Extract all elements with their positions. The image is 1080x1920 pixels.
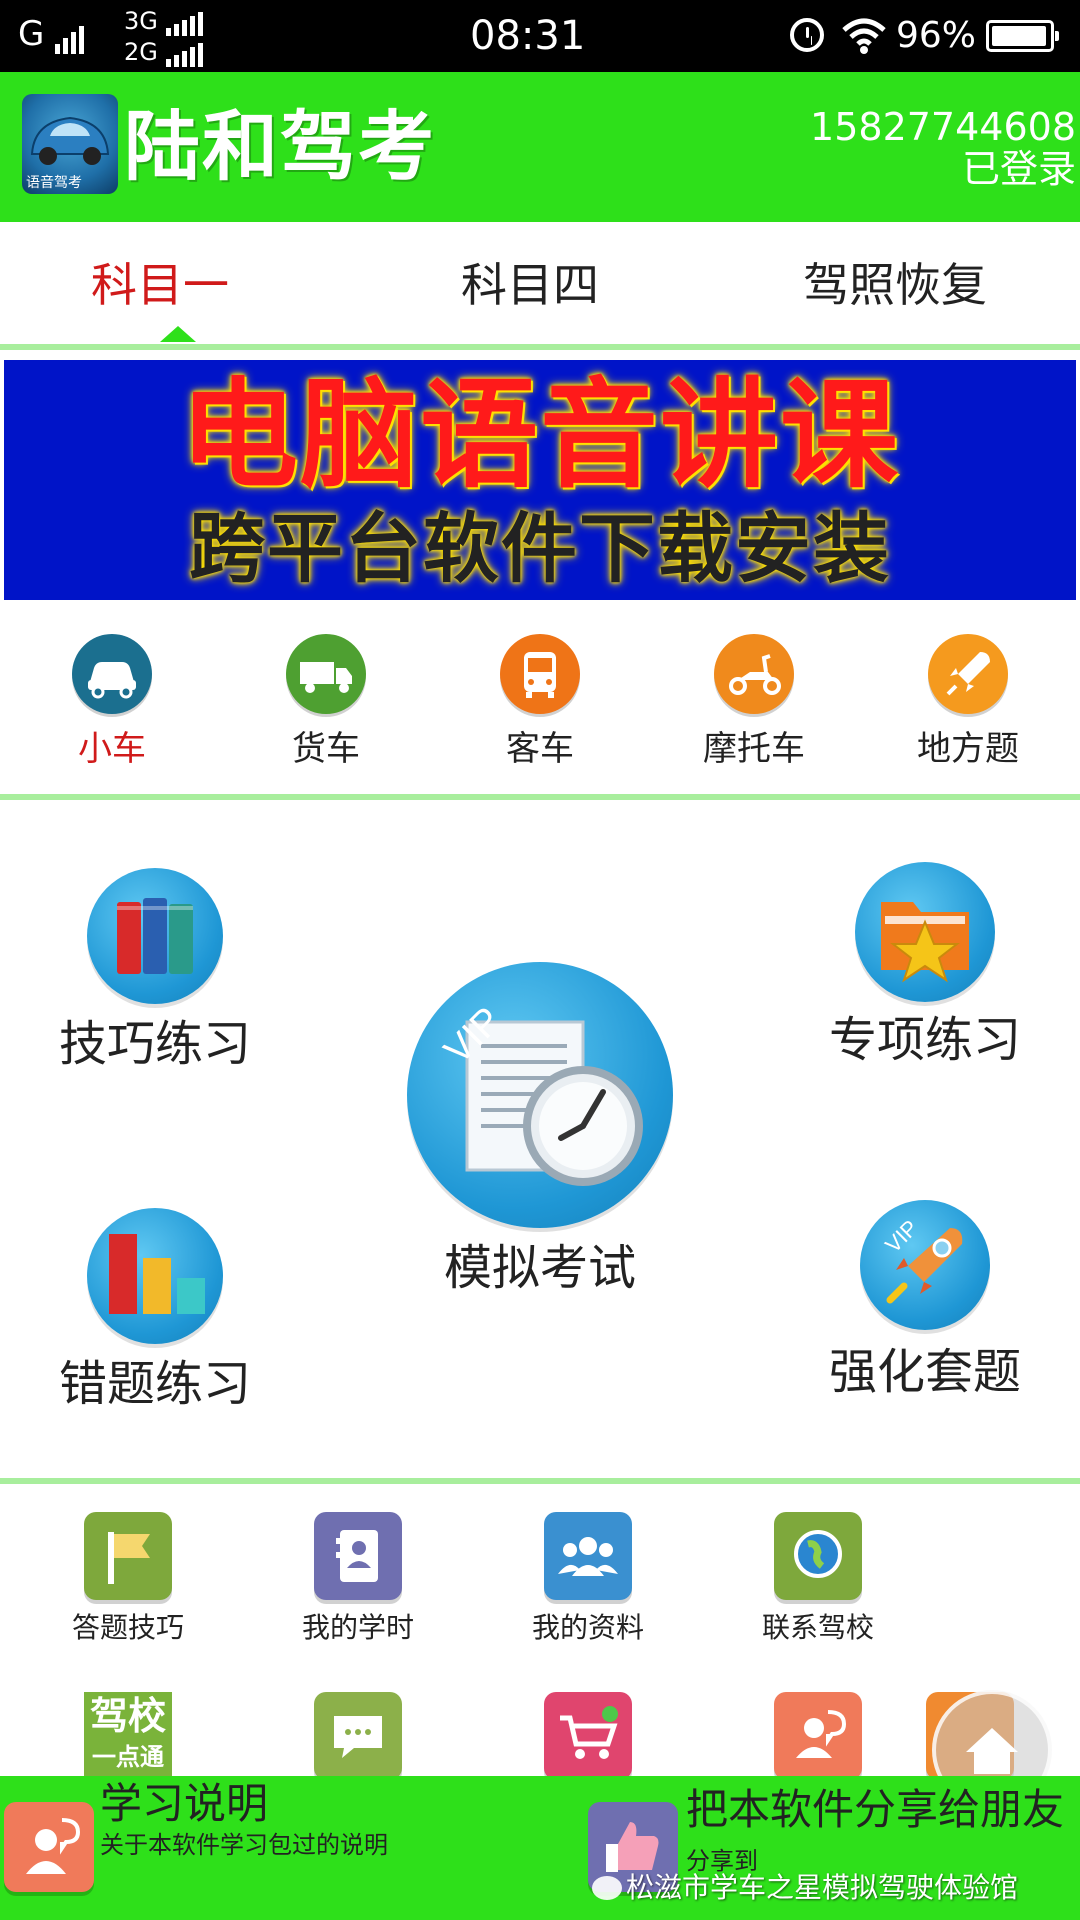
truck-icon xyxy=(286,634,366,714)
users-icon xyxy=(544,1512,632,1600)
vehicle-label: 货车 xyxy=(292,729,360,769)
promo-banner[interactable]: 电脑语音讲课 跨平台软件下载安装 xyxy=(4,360,1076,600)
app-logo: 语音驾考 xyxy=(22,94,118,194)
tool-label: 联系驾校 xyxy=(761,1611,874,1644)
bus-icon xyxy=(500,634,580,714)
signal-icon: G xyxy=(18,14,87,54)
wechat-icon xyxy=(592,1876,622,1900)
globe-icon xyxy=(774,1512,862,1600)
tool-answer-tips[interactable]: 答题技巧 xyxy=(28,1512,228,1646)
tab-subject-one[interactable]: 科目一 xyxy=(70,250,250,320)
user-phone[interactable]: 15827744608 xyxy=(810,106,1076,148)
user-chat-icon xyxy=(774,1692,862,1780)
tool-shop[interactable] xyxy=(488,1692,688,1780)
scooter-icon xyxy=(714,634,794,714)
help-title[interactable]: 学习说明 xyxy=(100,1778,268,1830)
vehicle-bus[interactable]: 客车 xyxy=(450,630,630,780)
battery-percent: 96% xyxy=(896,15,977,56)
banner-subline: 跨平台软件下载安装 xyxy=(189,504,891,593)
feature-label: 强化套题 xyxy=(828,1344,1021,1400)
carrier-label: G xyxy=(18,14,45,54)
feature-wrong-practice[interactable]: 错题练习 xyxy=(40,1208,270,1414)
banner-headline: 电脑语音讲课 xyxy=(179,366,900,504)
watermark-text: 松滋市学车之星模拟驾驶体验馆 xyxy=(626,1871,1019,1904)
help-subtitle: 关于本软件学习包过的说明 xyxy=(100,1831,388,1859)
flag-icon xyxy=(84,1512,172,1600)
vehicle-truck[interactable]: 货车 xyxy=(236,630,416,780)
vehicle-label: 摩托车 xyxy=(703,729,805,769)
chat-icon xyxy=(314,1692,402,1780)
divider xyxy=(0,344,1080,350)
vip-badge: VIP xyxy=(880,1215,923,1258)
vehicle-car[interactable]: 小车 xyxy=(22,630,202,780)
tool-contact-school[interactable]: 联系驾校 xyxy=(718,1512,918,1646)
school-logo-sub: 一点通 xyxy=(92,1743,164,1771)
exam-clock-icon: VIP xyxy=(407,962,673,1228)
status-bar: G 3G 2G 08:31 96% xyxy=(0,0,1080,72)
vehicle-local-questions[interactable]: 地方题 xyxy=(878,630,1058,780)
share-title[interactable]: 把本软件分享给朋友 xyxy=(686,1784,1064,1836)
active-tab-indicator xyxy=(160,326,196,342)
divider xyxy=(0,794,1080,800)
vehicle-label: 地方题 xyxy=(917,729,1019,769)
vehicle-label: 客车 xyxy=(506,729,574,769)
tab-license-restore[interactable]: 驾照恢复 xyxy=(770,250,1020,320)
tool-label: 我的学时 xyxy=(301,1611,414,1644)
school-logo-icon: 驾校 一点通 xyxy=(84,1692,172,1776)
logo-caption: 语音驾考 xyxy=(26,175,82,191)
school-logo-text: 驾校 xyxy=(89,1694,166,1738)
tool-user-chat[interactable] xyxy=(718,1692,918,1780)
tool-chat[interactable] xyxy=(258,1692,458,1780)
tool-label: 我的资料 xyxy=(531,1611,644,1644)
feature-label: 专项练习 xyxy=(828,1012,1021,1068)
feature-label: 错题练习 xyxy=(58,1356,251,1412)
footer-bar: 学习说明 关于本软件学习包过的说明 把本软件分享给朋友 分享到 松滋市学车之星模… xyxy=(0,1776,1080,1920)
books-icon xyxy=(87,868,223,1004)
tab-subject-four[interactable]: 科目四 xyxy=(440,250,620,320)
car-icon xyxy=(72,634,152,714)
alarm-icon xyxy=(790,18,824,52)
beetle-car-icon xyxy=(30,116,110,165)
tool-label: 答题技巧 xyxy=(71,1611,184,1644)
feature-label: 模拟考试 xyxy=(443,1240,636,1296)
feature-skill-practice[interactable]: 技巧练习 xyxy=(40,868,270,1074)
bar-chart-icon xyxy=(87,1208,223,1344)
login-status: 已登录 xyxy=(961,147,1076,191)
app-header: 语音驾考 陆和驾考 15827744608 已登录 xyxy=(0,72,1080,222)
divider xyxy=(0,1478,1080,1484)
feature-intensive-sets[interactable]: VIP 强化套题 xyxy=(810,1200,1040,1402)
feature-mock-exam[interactable]: VIP 模拟考试 xyxy=(400,962,680,1298)
tool-my-hours[interactable]: 我的学时 xyxy=(258,1512,458,1646)
star-folder-icon xyxy=(855,862,995,1002)
net-2g-label: 2G xyxy=(124,38,158,66)
status-time: 08:31 xyxy=(470,13,586,59)
feature-special-practice[interactable]: 专项练习 xyxy=(810,862,1040,1070)
signal-bars xyxy=(55,14,87,54)
contacts-book-icon xyxy=(314,1512,402,1600)
tool-my-info[interactable]: 我的资料 xyxy=(488,1512,688,1646)
wifi-icon xyxy=(842,18,886,54)
app-title: 陆和驾考 xyxy=(124,102,436,191)
network-indicator: 3G 2G xyxy=(124,6,234,70)
subject-tabs: 科目一 科目四 驾照恢复 xyxy=(0,222,1080,350)
rocket-icon: VIP xyxy=(860,1200,990,1330)
help-user-icon[interactable] xyxy=(4,1802,94,1892)
vehicle-motorcycle[interactable]: 摩托车 xyxy=(664,630,844,780)
battery-icon xyxy=(986,20,1059,52)
tool-school-app[interactable]: 驾校 一点通 xyxy=(28,1692,228,1776)
cart-icon xyxy=(544,1692,632,1780)
net-3g-label: 3G xyxy=(124,7,158,35)
vehicle-label: 小车 xyxy=(78,729,146,769)
feature-label: 技巧练习 xyxy=(58,1016,251,1072)
rocket-icon xyxy=(928,634,1008,714)
